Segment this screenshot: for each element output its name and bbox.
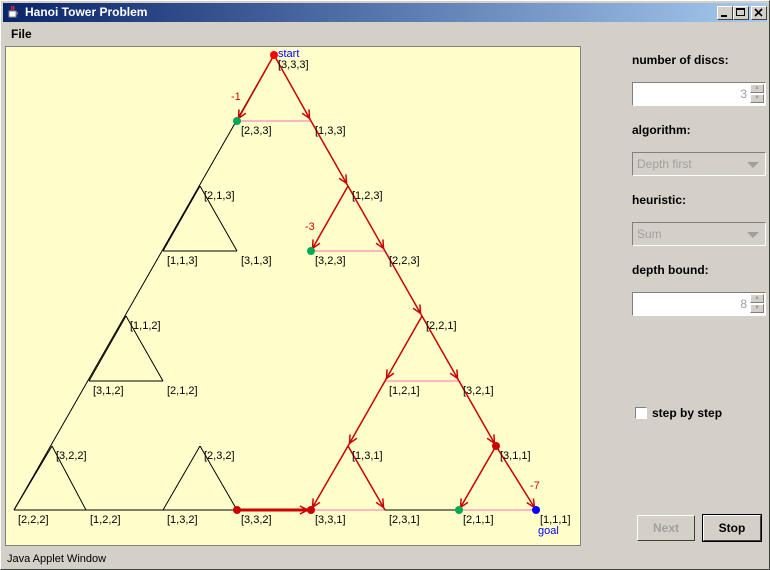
chevron-down-icon	[747, 232, 759, 238]
stop-button[interactable]: Stop	[702, 514, 762, 542]
node-label-133: [1,3,3]	[315, 125, 346, 137]
step-by-step-checkbox[interactable]	[635, 407, 647, 419]
node-label-311: [3,1,1]	[500, 450, 531, 462]
goal-node-marker	[532, 506, 540, 514]
next-button[interactable]: Next	[637, 515, 695, 541]
algorithm-label: algorithm:	[632, 123, 691, 137]
node-label-113: [1,1,3]	[167, 255, 198, 267]
status-bar: Java Applet Window	[3, 550, 767, 568]
algorithm-select[interactable]: Depth first	[632, 152, 766, 176]
node-label-222: [2,2,2]	[18, 514, 49, 526]
node-label-233: [2,3,3]	[241, 125, 272, 137]
graph-edge	[162, 445, 201, 511]
visited-node-marker	[307, 506, 315, 514]
start-node-marker	[270, 51, 278, 59]
node-label-323: [3,2,3]	[315, 255, 346, 267]
node-label-321: [3,2,1]	[463, 385, 494, 397]
menu-bar: File	[3, 24, 767, 44]
node-label-232: [2,3,2]	[204, 450, 235, 462]
applet-window: Hanoi Tower Problem File [3,3,3] [2,3,3][…	[0, 0, 770, 570]
node-label-211: [2,1,1]	[463, 514, 494, 526]
minimize-icon	[721, 15, 727, 17]
java-cup-icon	[8, 5, 18, 18]
node-label-112: [1,1,2]	[130, 320, 161, 332]
state-graph: [3,3,3] [2,3,3] [1,3,3] [2,1,3] [1,2,3] [1,1,…	[13, 48, 571, 537]
node-label-221: [2,2,1]	[426, 320, 457, 332]
close-icon	[754, 8, 763, 17]
heuristic-select[interactable]: Sum	[632, 222, 766, 246]
start-label: start	[278, 48, 299, 60]
depth-bound-value: 8	[740, 297, 747, 311]
node-label-331: [3,3,1]	[315, 514, 346, 526]
open-node-marker	[233, 117, 241, 125]
cost-label-233: -1	[231, 91, 241, 103]
visited-node-marker	[233, 506, 241, 514]
node-label-213: [2,1,3]	[204, 190, 235, 202]
heuristic-value: Sum	[637, 227, 662, 241]
goal-label: goal	[538, 525, 559, 537]
chevron-down-icon	[747, 162, 759, 168]
spin-down-icon[interactable]: ▼	[750, 94, 764, 103]
search-path-edge	[347, 380, 386, 447]
search-path-edge	[458, 445, 497, 511]
spin-up-icon[interactable]: ▲	[750, 294, 764, 303]
node-label-333: [3,3,3]	[278, 59, 309, 71]
spin-down-icon[interactable]: ▼	[750, 304, 764, 313]
cost-label-323: -3	[305, 221, 315, 233]
num-discs-label: number of discs:	[632, 53, 729, 67]
open-node-marker	[455, 506, 463, 514]
node-label-312: [3,1,2]	[93, 385, 124, 397]
visited-node-marker	[492, 442, 500, 450]
open-node-marker	[307, 247, 315, 255]
num-discs-value: 3	[740, 87, 747, 101]
status-text: Java Applet Window	[7, 553, 107, 565]
maximize-button[interactable]	[733, 6, 749, 20]
node-label-121: [1,2,1]	[389, 385, 420, 397]
close-button[interactable]	[751, 6, 767, 20]
node-label-123: [1,2,3]	[352, 190, 383, 202]
algorithm-value: Depth first	[637, 157, 692, 171]
maximize-icon	[736, 8, 745, 16]
graph-edge	[13, 445, 53, 511]
node-label-313: [3,1,3]	[241, 255, 272, 267]
step-by-step-label: step by step	[652, 406, 723, 420]
node-label-131: [1,3,1]	[352, 450, 383, 462]
num-discs-spinner[interactable]: 3 ▲ ▼	[632, 82, 766, 106]
graph-edge	[88, 315, 127, 382]
spin-up-icon[interactable]: ▲	[750, 84, 764, 93]
node-label-122: [1,2,2]	[90, 514, 121, 526]
depth-bound-label: depth bound:	[632, 263, 709, 277]
node-label-132: [1,3,2]	[167, 514, 198, 526]
window-title: Hanoi Tower Problem	[25, 5, 148, 19]
heuristic-label: heuristic:	[632, 193, 687, 207]
depth-bound-spinner[interactable]: 8 ▲ ▼	[632, 292, 766, 316]
menu-file[interactable]: File	[11, 27, 32, 41]
minimize-button[interactable]	[717, 6, 733, 20]
node-label-212: [2,1,2]	[167, 385, 198, 397]
search-path-edge	[310, 185, 349, 252]
search-path-edge	[236, 54, 275, 122]
node-label-231: [2,3,1]	[389, 514, 420, 526]
graph-canvas[interactable]: [3,3,3] [2,3,3] [1,3,3] [2,1,3] [1,2,3] [1,1,…	[5, 46, 581, 546]
node-label-322: [3,2,2]	[56, 450, 87, 462]
search-path-edge	[310, 445, 349, 511]
node-label-223: [2,2,3]	[389, 255, 420, 267]
arrowhead-icon	[526, 498, 536, 509]
node-label-332: [3,3,2]	[241, 514, 272, 526]
graph-edge	[162, 185, 201, 252]
cost-label-111: -7	[530, 480, 540, 492]
search-path-edge	[384, 315, 423, 382]
title-bar[interactable]: Hanoi Tower Problem	[3, 3, 767, 22]
